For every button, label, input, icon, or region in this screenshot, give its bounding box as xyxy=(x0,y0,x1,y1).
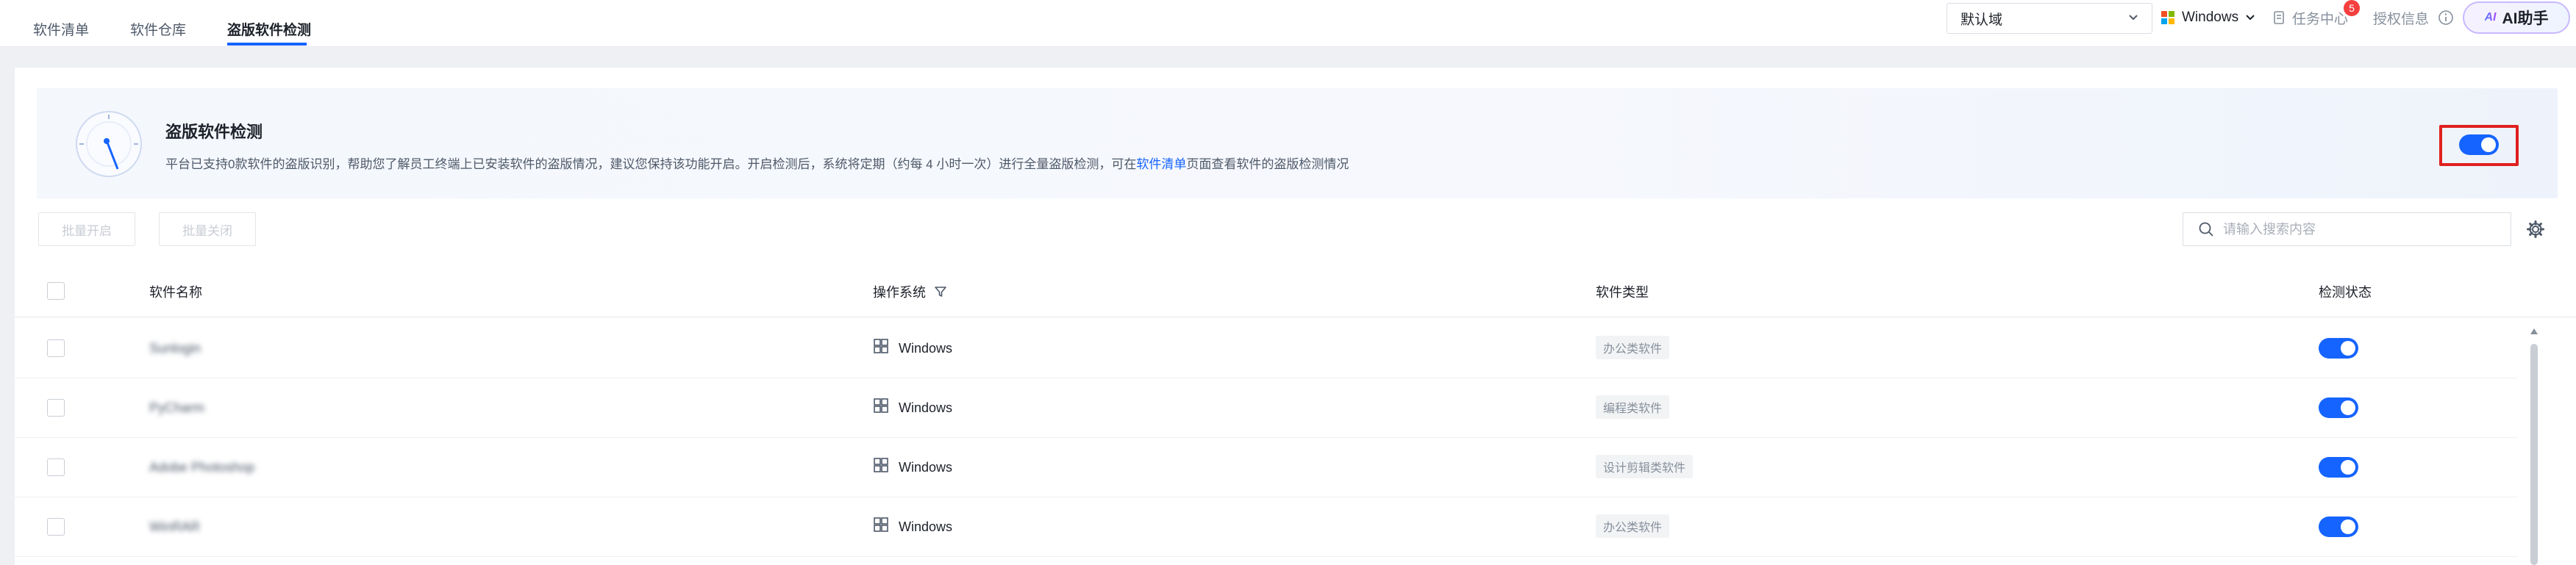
batch-disable-button[interactable]: 批量关闭 xyxy=(159,212,256,246)
scroll-up-arrow-icon[interactable] xyxy=(2529,325,2539,337)
banner-description: 平台已支持0款软件的盗版识别，帮助您了解员工终端上已安装软件的盗版情况，建议您保… xyxy=(165,154,1349,172)
row-checkbox[interactable] xyxy=(47,339,65,357)
search-box[interactable] xyxy=(2183,212,2511,246)
os-name: Windows xyxy=(899,460,953,475)
windows-icon xyxy=(874,458,888,472)
windows-icon xyxy=(874,398,888,413)
select-all-checkbox[interactable] xyxy=(47,282,65,300)
scrollbar-thumb[interactable] xyxy=(2530,344,2538,565)
task-count-badge: 5 xyxy=(2344,0,2360,16)
windows-icon xyxy=(874,517,888,532)
chevron-down-icon xyxy=(2129,15,2138,21)
banner-title: 盗版软件检测 xyxy=(165,123,263,141)
settings-gear-icon[interactable] xyxy=(2526,220,2545,239)
microsoft-logo-icon xyxy=(2161,11,2174,24)
task-center-link[interactable]: 任务中心 xyxy=(2272,6,2348,29)
tab-software-list[interactable]: 软件清单 xyxy=(33,19,89,39)
piracy-detection-master-toggle[interactable] xyxy=(2459,134,2499,155)
batch-enable-button[interactable]: 批量开启 xyxy=(38,212,135,246)
software-type-tag: 办公类软件 xyxy=(1596,336,1670,359)
software-type-tag: 办公类软件 xyxy=(1596,514,1670,538)
banner-description-tail: 页面查看软件的盗版检测情况 xyxy=(1186,157,1349,171)
table-row: WinRAR Windows 办公类软件 xyxy=(15,497,2517,557)
column-header-detect-status: 检测状态 xyxy=(2319,285,2372,300)
license-info-label: 授权信息 xyxy=(2373,11,2430,27)
search-icon xyxy=(2199,222,2213,237)
ai-assistant-button[interactable]: AI AI助手 xyxy=(2463,1,2570,34)
detect-status-toggle[interactable] xyxy=(2319,457,2358,478)
table-row: Sunlogin Windows 办公类软件 xyxy=(15,319,2517,378)
detect-status-toggle[interactable] xyxy=(2319,517,2358,537)
os-name: Windows xyxy=(899,519,953,534)
domain-select[interactable]: 默认域 xyxy=(1947,3,2152,34)
tab-piracy-detection[interactable]: 盗版软件检测 xyxy=(227,19,311,39)
task-center-label: 任务中心 xyxy=(2292,11,2349,27)
piracy-detection-banner xyxy=(37,88,2558,198)
software-type-tag: 编程类软件 xyxy=(1596,395,1670,419)
software-type-tag: 设计剪辑类软件 xyxy=(1596,455,1694,478)
column-header-software-type: 软件类型 xyxy=(1596,285,1649,300)
row-checkbox[interactable] xyxy=(47,458,65,476)
os-select[interactable]: Windows xyxy=(2161,6,2258,29)
table-row: PyCharm Windows 编程类软件 xyxy=(15,378,2517,438)
software-list-link[interactable]: 软件清单 xyxy=(1136,157,1186,171)
os-name: Windows xyxy=(899,341,953,356)
document-icon xyxy=(2274,11,2284,24)
os-name: Windows xyxy=(899,400,953,415)
column-header-software-name: 软件名称 xyxy=(149,285,202,300)
row-checkbox[interactable] xyxy=(47,518,65,536)
detect-status-toggle[interactable] xyxy=(2319,397,2358,418)
windows-icon xyxy=(874,339,888,353)
os-select-value: Windows xyxy=(2182,10,2239,25)
filter-icon[interactable] xyxy=(933,284,948,299)
table-row: Adobe Photoshop Windows 设计剪辑类软件 xyxy=(15,438,2517,497)
column-header-os-label: 操作系统 xyxy=(873,285,926,300)
table-header: 软件名称 操作系统 软件类型 检测状态 xyxy=(15,264,2576,317)
software-name: PyCharm xyxy=(149,400,205,415)
column-header-os: 操作系统 xyxy=(873,282,948,301)
info-icon xyxy=(2438,10,2453,25)
search-input[interactable] xyxy=(2223,221,2488,237)
software-name: Adobe Photoshop xyxy=(149,460,255,475)
ai-assistant-label: AI助手 xyxy=(2502,10,2549,27)
domain-select-value: 默认域 xyxy=(1960,12,2003,28)
license-info-link[interactable]: 授权信息 xyxy=(2373,6,2454,29)
chevron-down-icon xyxy=(2246,15,2255,21)
ai-logo-icon: AI xyxy=(2484,11,2497,24)
row-checkbox[interactable] xyxy=(47,399,65,417)
software-name: WinRAR xyxy=(149,519,201,534)
active-tab-indicator xyxy=(227,43,307,46)
detect-status-toggle[interactable] xyxy=(2319,338,2358,359)
top-navigation-bar: 软件清单 软件仓库 盗版软件检测 默认域 Windows 任务中心 5 授权信息 xyxy=(0,0,2576,47)
banner-description-text: 平台已支持0款软件的盗版识别，帮助您了解员工终端上已安装软件的盗版情况，建议您保… xyxy=(165,157,1137,171)
software-name: Sunlogin xyxy=(149,341,201,356)
tab-software-repository[interactable]: 软件仓库 xyxy=(130,19,186,39)
radar-icon xyxy=(76,111,142,177)
